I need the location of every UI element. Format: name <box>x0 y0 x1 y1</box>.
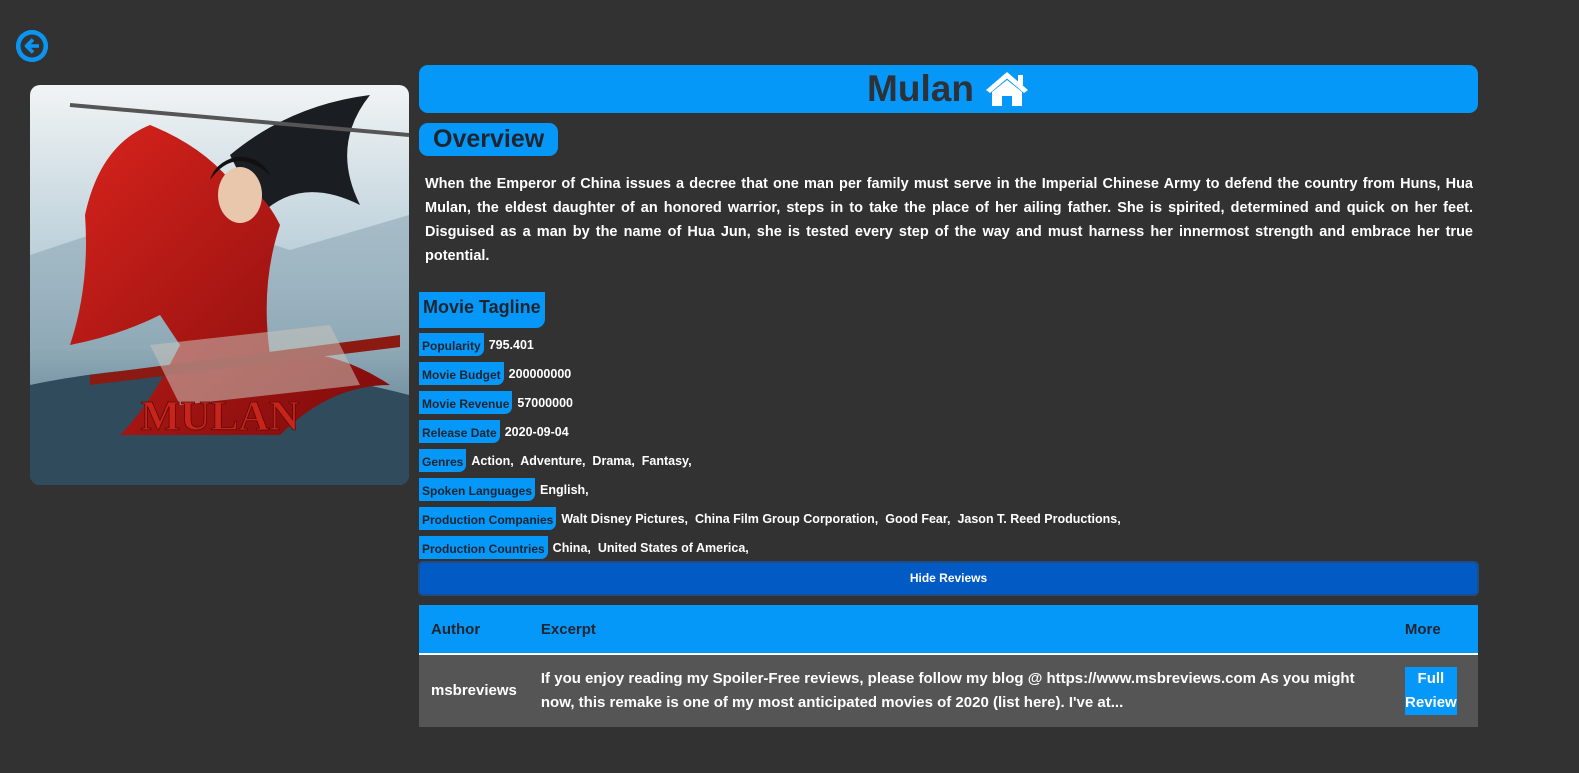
table-row: msbreviews If you enjoy reading my Spoil… <box>419 654 1478 727</box>
reviews-table: Author Excerpt More msbreviews If you en… <box>419 605 1478 727</box>
fact-value: Walt Disney Pictures, China Film Group C… <box>561 511 1121 526</box>
fact-production-countries: Production Countries China, United State… <box>419 536 749 559</box>
poster-title: MULAN <box>141 394 300 440</box>
review-author: msbreviews <box>431 682 517 699</box>
review-excerpt: If you enjoy reading my Spoiler-Free rev… <box>540 670 1355 711</box>
fact-budget: Movie Budget 200000000 <box>419 362 571 385</box>
hide-reviews-button[interactable]: Hide Reviews <box>418 561 1479 596</box>
fact-label: Release Date <box>419 420 500 443</box>
overview-text: When the Emperor of China issues a decre… <box>425 176 1473 264</box>
fact-label: Production Companies <box>419 507 557 530</box>
arrow-left-circle-icon <box>16 30 48 62</box>
overview-heading: Overview <box>419 123 559 156</box>
movie-poster: MULAN <box>30 85 409 485</box>
fact-revenue: Movie Revenue 57000000 <box>419 391 573 414</box>
fact-release-date: Release Date 2020-09-04 <box>419 420 569 443</box>
fact-production-companies: Production Companies Walt Disney Picture… <box>419 507 1121 530</box>
fact-value: Action, Adventure, Drama, Fantasy, <box>471 453 692 468</box>
fact-value: 795.401 <box>488 337 534 352</box>
fact-value: 57000000 <box>517 395 573 410</box>
fact-label: Production Countries <box>419 536 548 559</box>
column-header-excerpt: Excerpt <box>540 620 596 638</box>
table-header-row: Author Excerpt More <box>419 605 1478 654</box>
full-review-link[interactable]: Full Review <box>1404 667 1457 715</box>
home-icon[interactable] <box>984 70 1030 108</box>
fact-popularity: Popularity 795.401 <box>419 333 534 356</box>
fact-genres: Genres Action, Adventure, Drama, Fantasy… <box>419 449 692 472</box>
fact-value: 200000000 <box>508 366 572 381</box>
fact-spoken-languages: Spoken Languages English, <box>419 478 589 501</box>
fact-value: China, United States of America, <box>552 540 749 555</box>
fact-value: English, <box>540 482 589 497</box>
back-button[interactable] <box>16 30 48 62</box>
fact-label: Popularity <box>419 333 484 356</box>
tagline-heading: Movie Tagline <box>419 292 545 328</box>
fact-value: 2020-09-04 <box>504 424 569 439</box>
column-header-author: Author <box>431 620 481 638</box>
title-bar: Mulan <box>419 65 1478 113</box>
movie-title: Mulan <box>867 68 974 109</box>
fact-label: Genres <box>419 449 467 472</box>
column-header-more: More <box>1404 620 1441 638</box>
fact-label: Movie Revenue <box>419 391 513 414</box>
fact-label: Movie Budget <box>419 362 504 385</box>
fact-label: Spoken Languages <box>419 478 536 501</box>
